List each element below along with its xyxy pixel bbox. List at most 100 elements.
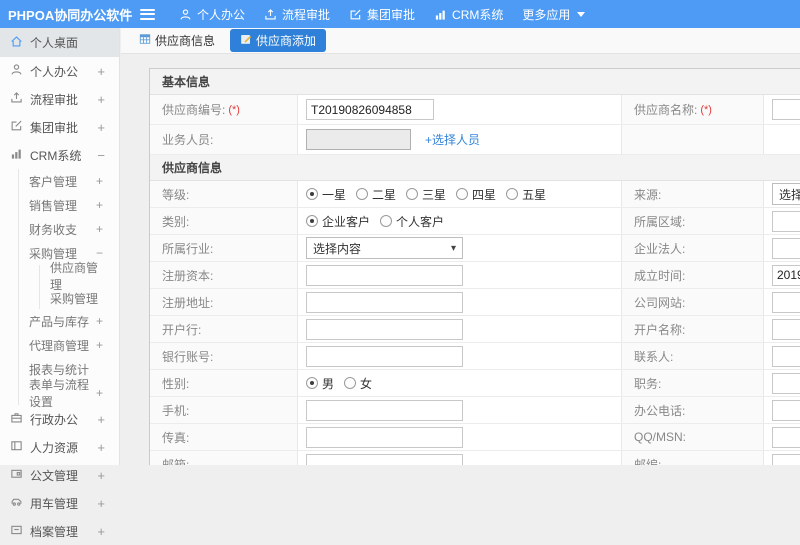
radio-option[interactable]: 女: [344, 375, 372, 392]
radio-icon: [356, 188, 368, 200]
radio-icon: [506, 188, 518, 200]
staff-input: [306, 129, 411, 150]
hr-icon: [10, 439, 23, 455]
reg-address-input[interactable]: [306, 292, 463, 313]
radio-option[interactable]: 四星: [456, 186, 496, 203]
person-icon: [179, 8, 192, 21]
doc-icon: [10, 467, 23, 483]
sidebar-item-group-approval[interactable]: 集团审批 +: [0, 113, 119, 141]
bank-account-input[interactable]: [306, 346, 463, 367]
job-title-input[interactable]: [772, 373, 800, 394]
qq-msn-input[interactable]: [772, 427, 800, 448]
sidebar-item-customer-mgmt[interactable]: 客户管理 +: [19, 169, 119, 193]
radio-option[interactable]: 男: [306, 375, 334, 392]
industry-label: 所属行业:: [150, 235, 298, 261]
nav-more-apps[interactable]: 更多应用: [522, 6, 585, 23]
tab-supplier-add[interactable]: 供应商添加: [230, 29, 326, 52]
briefcase-icon: [10, 411, 23, 427]
job-title-label: 职务:: [622, 370, 764, 396]
nav-flow-approval[interactable]: 流程审批: [264, 6, 330, 23]
row-grade-source: 等级: 一星 二星 三星 四星 五星 来源: 选择内容▾: [150, 181, 800, 208]
caret-down-icon: [577, 12, 585, 17]
tab-supplier-info[interactable]: 供应商信息: [133, 29, 221, 52]
sidebar-item-finance[interactable]: 财务收支 +: [19, 217, 119, 241]
radio-option[interactable]: 企业客户: [306, 213, 370, 230]
gender-label: 性别:: [150, 370, 298, 396]
contact-input[interactable]: [772, 346, 800, 367]
capital-input[interactable]: [306, 265, 463, 286]
office-phone-input[interactable]: [772, 400, 800, 421]
radio-option[interactable]: 五星: [506, 186, 546, 203]
mobile-input[interactable]: [306, 400, 463, 421]
row-capital-date: 注册资本: 成立时间:: [150, 262, 800, 289]
car-icon: [10, 495, 23, 511]
capital-label: 注册资本:: [150, 262, 298, 288]
sidebar-item-vehicle-mgmt[interactable]: 用车管理 +: [0, 489, 119, 517]
supplier-name-input[interactable]: [772, 99, 800, 120]
sidebar-item-product-stock[interactable]: 产品与库存 +: [19, 309, 119, 333]
zip-input[interactable]: [772, 454, 800, 466]
hamburger-icon[interactable]: [140, 9, 155, 20]
row-bank-accountname: 开户行: 开户名称:: [150, 316, 800, 343]
nav-crm-system[interactable]: CRM系统: [434, 6, 503, 23]
crm-submenu: 客户管理 + 销售管理 + 财务收支 + 采购管理 − 供应商管理 采购管理 产…: [18, 169, 119, 405]
required-mark: (*): [228, 104, 240, 116]
bank-label: 开户行:: [150, 316, 298, 342]
sidebar-item-hr[interactable]: 人力资源 +: [0, 433, 119, 461]
contact-label: 联系人:: [622, 343, 764, 369]
category-radio-group: 企业客户 个人客户: [298, 208, 622, 234]
sidebar-item-form-flow-settings[interactable]: 表单与流程设置 +: [19, 381, 119, 405]
account-name-input[interactable]: [772, 319, 800, 340]
sidebar-item-doc-mgmt[interactable]: 公文管理 +: [0, 461, 119, 489]
app-logo: PHPOA协同办公软件: [0, 5, 140, 24]
sidebar-item-procurement[interactable]: 采购管理: [40, 287, 119, 309]
row-staff: 业务人员: +选择人员: [150, 125, 800, 155]
reg-address-label: 注册地址:: [150, 289, 298, 315]
archive-icon: [10, 523, 23, 539]
region-input[interactable]: [772, 211, 800, 232]
email-input[interactable]: [306, 454, 463, 466]
choose-staff-link[interactable]: +选择人员: [425, 131, 480, 148]
edit-icon: [349, 8, 362, 21]
row-fax-qq: 传真: QQ/MSN:: [150, 424, 800, 451]
legal-person-input[interactable]: [772, 238, 800, 259]
sidebar-item-personal-office[interactable]: 个人办公 +: [0, 57, 119, 85]
row-supplier-no: 供应商编号:(*) 供应商名称:(*): [150, 95, 800, 125]
required-mark: (*): [700, 104, 712, 116]
sidebar-item-sales-mgmt[interactable]: 销售管理 +: [19, 193, 119, 217]
purchase-submenu: 供应商管理 采购管理: [39, 265, 119, 309]
sidebar-item-agent-mgmt[interactable]: 代理商管理 +: [19, 333, 119, 357]
fax-input[interactable]: [306, 427, 463, 448]
mobile-label: 手机:: [150, 397, 298, 423]
source-select[interactable]: 选择内容▾: [772, 183, 800, 205]
region-label: 所属区域:: [622, 208, 764, 234]
table-icon: [139, 33, 151, 48]
industry-select[interactable]: 选择内容▾: [306, 237, 463, 259]
radio-option[interactable]: 二星: [356, 186, 396, 203]
home-icon: [10, 35, 23, 51]
flow-icon: [264, 8, 277, 21]
radio-option[interactable]: 一星: [306, 186, 346, 203]
sidebar-item-desktop[interactable]: 个人桌面: [0, 28, 119, 57]
supplier-no-label: 供应商编号:(*): [150, 95, 298, 124]
email-label: 邮箱:: [150, 451, 298, 465]
supplier-no-input[interactable]: [306, 99, 434, 120]
radio-option[interactable]: 个人客户: [380, 213, 444, 230]
radio-option[interactable]: 三星: [406, 186, 446, 203]
person-icon: [10, 63, 23, 79]
sidebar-item-crm[interactable]: CRM系统 −: [0, 141, 119, 169]
sidebar-item-supplier-mgmt[interactable]: 供应商管理: [40, 265, 119, 287]
sidebar-item-archive-mgmt[interactable]: 档案管理 +: [0, 517, 119, 545]
nav-personal-office[interactable]: 个人办公: [179, 6, 245, 23]
nav-group-approval[interactable]: 集团审批: [349, 6, 415, 23]
bank-input[interactable]: [306, 319, 463, 340]
qq-msn-label: QQ/MSN:: [622, 424, 764, 450]
row-industry-legal: 所属行业: 选择内容▾ 企业法人:: [150, 235, 800, 262]
top-navbar: PHPOA协同办公软件 个人办公 流程审批 集团审批 CRM系统: [0, 0, 800, 28]
caret-down-icon: ▾: [451, 243, 456, 254]
tab-strip: 供应商信息 供应商添加: [121, 28, 800, 54]
establish-date-input[interactable]: [772, 265, 800, 286]
sidebar-item-flow-approval[interactable]: 流程审批 +: [0, 85, 119, 113]
supplier-add-form: 基本信息 供应商编号:(*) 供应商名称:(*) 业务人员: +选择人员: [149, 68, 800, 465]
website-input[interactable]: [772, 292, 800, 313]
